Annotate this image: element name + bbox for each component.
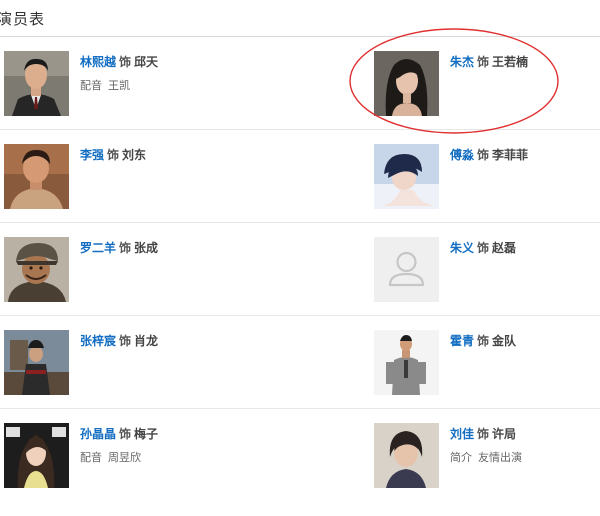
role-separator: 饰 [477, 55, 490, 69]
section-title: 演员表 [0, 10, 46, 28]
role-name: 梅子 [134, 427, 159, 441]
actor-name[interactable]: 朱杰 [450, 55, 474, 69]
role-separator: 饰 [477, 241, 490, 255]
actor-name[interactable]: 刘佳 [450, 427, 474, 441]
actor-portrait-woman-short-hair-icon [374, 144, 439, 209]
sub-value: 周昱欣 [108, 451, 141, 464]
role-name: 肖龙 [134, 334, 159, 348]
sub-label: 配音 [80, 79, 102, 92]
role-name: 邱天 [134, 55, 159, 69]
actor-portrait-woman-icon [374, 51, 439, 116]
actor-portrait-man-suit-icon [4, 51, 69, 116]
actor-portrait-man-icon [4, 144, 69, 209]
actor-name[interactable]: 傅淼 [450, 148, 474, 162]
actor-photo[interactable] [374, 423, 439, 488]
cast-card[interactable]: 张梓宸饰肖龙 [4, 330, 304, 423]
role-name: 王若楠 [492, 55, 529, 69]
cast-card[interactable]: 傅淼饰李菲菲 [374, 144, 600, 237]
role-separator: 饰 [107, 148, 120, 162]
role-separator: 饰 [119, 241, 132, 255]
role-separator: 饰 [119, 427, 132, 441]
sub-value: 友情出演 [478, 451, 522, 464]
actor-photo[interactable] [4, 423, 69, 488]
cast-card[interactable]: 孙晶晶饰梅子 配音 周昱欣 [4, 423, 304, 516]
actor-name[interactable]: 张梓宸 [80, 334, 116, 348]
cast-card[interactable]: 霍青饰金队 [374, 330, 600, 423]
actor-photo[interactable] [374, 144, 439, 209]
cast-card[interactable]: 李强饰刘东 [4, 144, 304, 237]
actor-name[interactable]: 孙晶晶 [80, 427, 116, 441]
actor-name[interactable]: 罗二羊 [80, 241, 116, 255]
role-separator: 饰 [477, 334, 490, 348]
role-name: 刘东 [122, 148, 147, 162]
cast-card[interactable]: 罗二羊饰张成 [4, 237, 304, 330]
actor-name[interactable]: 林熙越 [80, 55, 116, 69]
actor-photo[interactable] [4, 51, 69, 116]
role-name: 许局 [492, 427, 517, 441]
actor-name[interactable]: 李强 [80, 148, 104, 162]
role-separator: 饰 [477, 148, 490, 162]
sub-label: 配音 [80, 451, 102, 464]
role-separator: 饰 [119, 334, 132, 348]
actor-portrait-woman-older-icon [374, 423, 439, 488]
cast-card[interactable]: 朱义饰赵磊 [374, 237, 600, 330]
role-separator: 饰 [119, 55, 132, 69]
title-divider [0, 36, 600, 37]
role-name: 张成 [134, 241, 159, 255]
actor-photo[interactable] [4, 237, 69, 302]
actor-portrait-man-costume-icon [4, 237, 69, 302]
actor-photo[interactable] [4, 144, 69, 209]
actor-name[interactable]: 朱义 [450, 241, 474, 255]
actor-photo[interactable] [374, 330, 439, 395]
role-name: 赵磊 [492, 241, 517, 255]
actor-portrait-man-standing-icon [374, 330, 439, 395]
actor-portrait-woman-long-hair-icon [4, 423, 69, 488]
cast-card[interactable]: 朱杰饰王若楠 [374, 51, 600, 144]
sub-value: 王凯 [108, 79, 130, 92]
cast-card[interactable]: 林熙越饰邱天 配音 王凯 [4, 51, 304, 144]
sub-label: 简介 [450, 451, 472, 464]
cast-card[interactable]: 刘佳饰许局 简介 友情出演 [374, 423, 600, 516]
role-separator: 饰 [477, 427, 490, 441]
actor-name[interactable]: 霍青 [450, 334, 474, 348]
role-name: 李菲菲 [492, 148, 529, 162]
actor-portrait-man-outdoor-icon [4, 330, 69, 395]
role-name: 金队 [492, 334, 517, 348]
actor-photo[interactable] [4, 330, 69, 395]
actor-photo[interactable] [374, 237, 439, 302]
actor-photo[interactable] [374, 51, 439, 116]
user-placeholder-icon [374, 237, 439, 302]
